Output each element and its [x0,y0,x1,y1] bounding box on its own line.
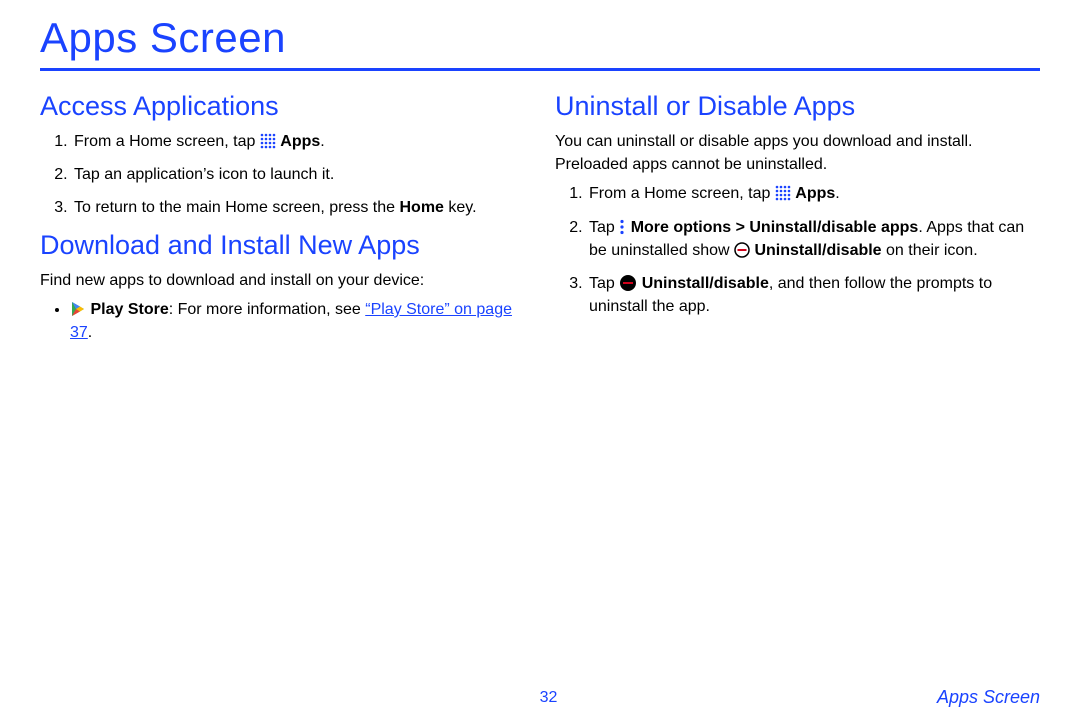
heading-download-install: Download and Install New Apps [40,230,525,261]
text: Tap [589,219,619,236]
more-options-path-label: More options > Uninstall/disable apps [631,219,919,236]
text: From a Home screen, tap [74,133,260,150]
heading-uninstall-disable: Uninstall or Disable Apps [555,91,1040,122]
text: . [320,133,324,150]
apps-grid-icon [775,185,791,201]
apps-label: Apps [795,185,835,202]
play-store-label: Play Store [90,301,168,318]
access-steps: From a Home screen, tap Apps. [40,130,525,220]
document-page: Apps Screen Access Applications From a H… [0,0,1080,720]
apps-grid-icon [260,133,276,149]
play-store-icon [70,301,86,317]
text: : For more information, see [169,301,366,318]
access-step-2: Tap an application’s icon to launch it. [72,163,525,186]
text: To return to the main Home screen, press… [74,199,399,216]
text: Tap [589,275,619,292]
title-rule [40,68,1040,71]
text: . [835,185,839,202]
page-footer: 32 Apps Screen [0,687,1080,708]
uninstall-step-2: Tap More options > Uninstall/disable app… [587,216,1040,262]
page-title: Apps Screen [40,14,1040,62]
heading-access-applications: Access Applications [40,91,525,122]
access-step-3: To return to the main Home screen, press… [72,196,525,219]
uninstall-disable-icon [734,242,750,258]
download-bullets: Play Store: For more information, see “P… [40,298,525,344]
text: From a Home screen, tap [589,185,775,202]
uninstall-disable-label: Uninstall/disable [754,242,881,259]
access-step-1: From a Home screen, tap Apps. [72,130,525,153]
two-column-layout: Access Applications From a Home screen, … [40,85,1040,350]
page-number: 32 [160,689,937,707]
right-column: Uninstall or Disable Apps You can uninst… [555,85,1040,350]
uninstall-step-1: From a Home screen, tap Apps. [587,182,1040,205]
text: key. [444,199,477,216]
download-bullet-playstore: Play Store: For more information, see “P… [70,298,525,344]
download-intro: Find new apps to download and install on… [40,269,525,292]
uninstall-steps: From a Home screen, tap Apps. [555,182,1040,318]
home-key-label: Home [399,199,443,216]
footer-section-label: Apps Screen [937,687,1040,708]
uninstall-disable-solid-icon [619,274,637,292]
left-column: Access Applications From a Home screen, … [40,85,525,350]
text: . [88,324,92,341]
more-options-icon [619,219,625,235]
uninstall-step-3: Tap Uninstall/disable, and then follow t… [587,272,1040,318]
text: on their icon. [882,242,978,259]
uninstall-intro: You can uninstall or disable apps you do… [555,130,1040,176]
apps-label: Apps [280,133,320,150]
uninstall-disable-label: Uninstall/disable [642,275,769,292]
